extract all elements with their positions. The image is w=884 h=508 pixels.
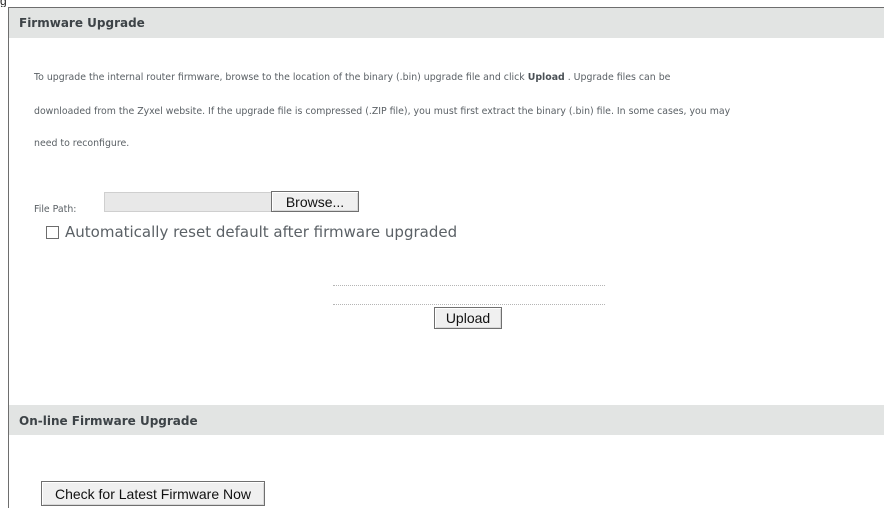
online-upgrade-header: On-line Firmware Upgrade	[9, 405, 884, 435]
description-line-2: downloaded from the Zyxel website. If th…	[34, 106, 731, 117]
description-line-1-tail: . Upgrade files can be	[564, 72, 671, 83]
auto-reset-option[interactable]: Automatically reset default after firmwa…	[46, 223, 457, 241]
firmware-upgrade-title: Firmware Upgrade	[19, 16, 145, 30]
firmware-upgrade-header: Firmware Upgrade	[9, 8, 884, 38]
page-header-fragment: g	[0, 0, 8, 7]
description-line-1-text: To upgrade the internal router firmware,…	[34, 72, 528, 83]
auto-reset-checkbox[interactable]	[46, 225, 59, 239]
browse-button[interactable]: Browse...	[271, 191, 359, 212]
upload-button[interactable]: Upload	[434, 307, 502, 329]
firmware-page: Firmware Upgrade To upgrade the internal…	[8, 7, 884, 508]
page-header-fragment-text: g	[0, 0, 7, 7]
description-upload-keyword: Upload	[527, 72, 565, 83]
description-line-1: To upgrade the internal router firmware,…	[34, 73, 670, 82]
online-upgrade-title: On-line Firmware Upgrade	[19, 414, 198, 428]
description-line-3: need to reconfigure.	[34, 138, 130, 149]
file-path-input[interactable]	[104, 192, 272, 212]
separator-line	[333, 304, 605, 305]
file-path-label: File Path:	[34, 204, 77, 215]
separator-line	[333, 285, 605, 286]
check-latest-firmware-button[interactable]: Check for Latest Firmware Now	[41, 481, 265, 506]
auto-reset-label: Automatically reset default after firmwa…	[65, 223, 458, 241]
